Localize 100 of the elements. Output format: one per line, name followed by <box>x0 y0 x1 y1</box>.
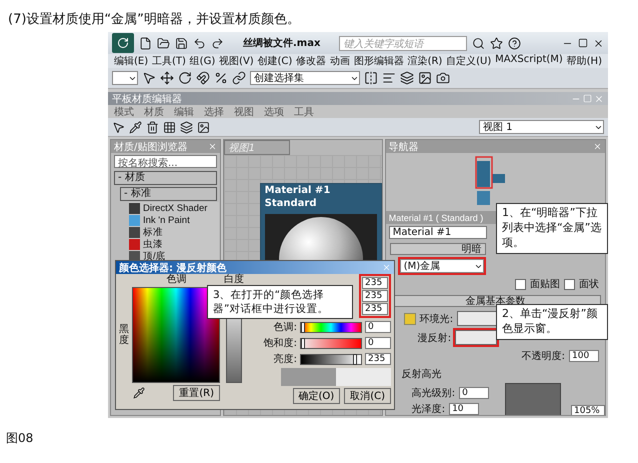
menu-item[interactable]: 视图 <box>234 105 254 118</box>
color-slider[interactable] <box>300 322 362 332</box>
eyedropper-icon[interactable] <box>133 387 145 399</box>
search-icon[interactable] <box>472 36 486 50</box>
reset-button[interactable]: 重置(R) <box>173 385 220 401</box>
highlight-curve-preview <box>505 383 561 415</box>
align-icon[interactable] <box>382 71 396 85</box>
link-icon[interactable] <box>232 71 246 85</box>
view-dropdown[interactable]: 视图 1 <box>479 120 604 134</box>
render-frame-icon[interactable] <box>418 71 432 85</box>
menu-item[interactable]: 选择 <box>204 105 224 118</box>
panel-title: 材质/贴图浏览器 <box>114 140 188 154</box>
menu-item[interactable]: 自定义(U) <box>446 54 492 68</box>
app-logo-icon[interactable] <box>112 33 134 53</box>
help-icon[interactable] <box>508 36 522 50</box>
slider-thumb[interactable] <box>301 322 305 332</box>
field-label: 漫反射: <box>418 332 452 344</box>
rollout-header[interactable]: 明暗 <box>390 243 486 255</box>
rotate-icon[interactable] <box>178 71 192 85</box>
spinner-field[interactable]: 0 <box>459 387 490 399</box>
save-icon[interactable] <box>175 36 188 50</box>
field-label: 饱和度: <box>264 336 297 350</box>
grid-icon[interactable] <box>163 120 176 134</box>
search-field[interactable]: 按名称搜索... <box>114 155 217 168</box>
menu-item[interactable]: 动画 <box>330 54 350 68</box>
folder-icon[interactable] <box>157 36 170 50</box>
select-icon[interactable] <box>142 71 156 85</box>
tree-group-header[interactable]: - 标准 <box>120 187 217 201</box>
menu-item[interactable]: 工具(T) <box>152 54 186 68</box>
select-icon[interactable] <box>112 120 125 134</box>
material-name-field[interactable]: Material #1 <box>388 226 487 239</box>
field-label: 光泽度: <box>412 402 446 415</box>
spinner-field[interactable]: 235 <box>362 277 388 289</box>
spinner-field[interactable]: 0 <box>365 321 391 333</box>
slider-thumb[interactable] <box>301 338 305 348</box>
hue-label: 色调 <box>166 274 186 285</box>
new-color-swatch <box>336 368 391 386</box>
dialog-title: 颜色选择器: 漫反射颜色 <box>119 262 226 274</box>
checkbox[interactable] <box>564 278 575 290</box>
checkbox-label: 面状 <box>579 278 599 291</box>
menu-item[interactable]: 编辑(E) <box>114 54 148 68</box>
menu-item[interactable]: 工具 <box>294 105 314 118</box>
render-icon[interactable] <box>436 71 450 85</box>
old-color-swatch <box>281 368 336 386</box>
tree-group-header[interactable]: - 材质 <box>114 171 217 185</box>
spinner-field[interactable]: 235 <box>365 353 391 365</box>
move-icon[interactable] <box>160 71 174 85</box>
layers-icon[interactable] <box>400 71 414 85</box>
slider-thumb[interactable] <box>352 354 357 364</box>
caption-text: (7)设置材质使用“金属”明暗器，并设置材质颜色。 <box>7 11 301 29</box>
delete-icon[interactable] <box>146 120 159 134</box>
blackness-label: 黑度 <box>119 324 129 346</box>
whiteness-label: 白度 <box>224 274 244 285</box>
menu-item[interactable]: 创建(C) <box>258 54 292 68</box>
spinner-field[interactable]: 0 <box>365 337 391 349</box>
menu-item[interactable]: 组(G) <box>190 54 216 68</box>
color-swatch[interactable] <box>455 330 498 345</box>
menu-item[interactable]: MAXScript(M) <box>495 54 563 68</box>
menu-item[interactable]: 修改器 <box>296 54 326 68</box>
ok-button[interactable]: 确定(O) <box>292 388 340 404</box>
field-label: 高光级别: <box>412 386 456 400</box>
color-slider[interactable] <box>300 354 362 364</box>
eyedropper-icon[interactable] <box>129 120 142 134</box>
close-icon[interactable] <box>593 38 604 48</box>
checkbox-label: 面贴图 <box>530 278 560 291</box>
cancel-button[interactable]: 取消(C) <box>344 388 391 404</box>
undo-icon[interactable] <box>193 36 206 50</box>
menu-item[interactable]: 选项 <box>264 105 284 118</box>
panel-title: 导航器 <box>388 140 419 154</box>
color-slider[interactable] <box>300 338 362 348</box>
layers-icon[interactable] <box>180 120 193 134</box>
star-icon[interactable] <box>490 36 504 50</box>
redo-icon[interactable] <box>211 36 224 50</box>
checkbox[interactable] <box>515 278 526 290</box>
new-file-icon[interactable] <box>139 36 152 50</box>
zoom-field[interactable]: 105% <box>571 405 605 415</box>
spinner-field[interactable]: 235 <box>362 290 388 302</box>
spinner-field[interactable]: 100 <box>569 350 599 362</box>
menu-item[interactable]: 视图(V) <box>219 54 254 68</box>
map-icon[interactable] <box>197 120 210 134</box>
menu-item[interactable]: 帮助(H) <box>566 54 602 68</box>
shader-dropdown[interactable]: (M)金属 <box>400 259 484 273</box>
field-label: 色调: <box>274 321 297 334</box>
annotation-tooltip: 3、在打开的“颜色选择器”对话框中进行设置。 <box>207 285 353 320</box>
field-label: 不透明度: <box>522 350 565 363</box>
annotation-tooltip: 1、在“明暗器”下拉列表中选择“金属”选项。 <box>496 203 608 254</box>
field-label: 亮度: <box>274 352 297 366</box>
menu-item[interactable]: 模式 <box>114 105 134 118</box>
menu-item[interactable]: 渲染(R) <box>408 54 442 68</box>
spinner-field[interactable]: 235 <box>362 303 388 315</box>
selection-set-dropdown[interactable]: 创建选择集 <box>250 71 360 85</box>
menu-item[interactable]: 编辑 <box>174 105 194 118</box>
annotation-tooltip: 2、单击“漫反射”颜色显示窗。 <box>496 304 608 340</box>
mirror-icon[interactable] <box>364 71 378 85</box>
field-label: 环境光: <box>420 312 454 326</box>
panel-title: Material #1 ( Standard ) <box>388 212 484 222</box>
menu-item[interactable]: 图形编辑器 <box>354 54 404 68</box>
maximize-icon[interactable] <box>578 38 588 48</box>
spinner-field[interactable]: 10 <box>449 403 480 415</box>
menu-item[interactable]: 材质 <box>144 105 164 118</box>
